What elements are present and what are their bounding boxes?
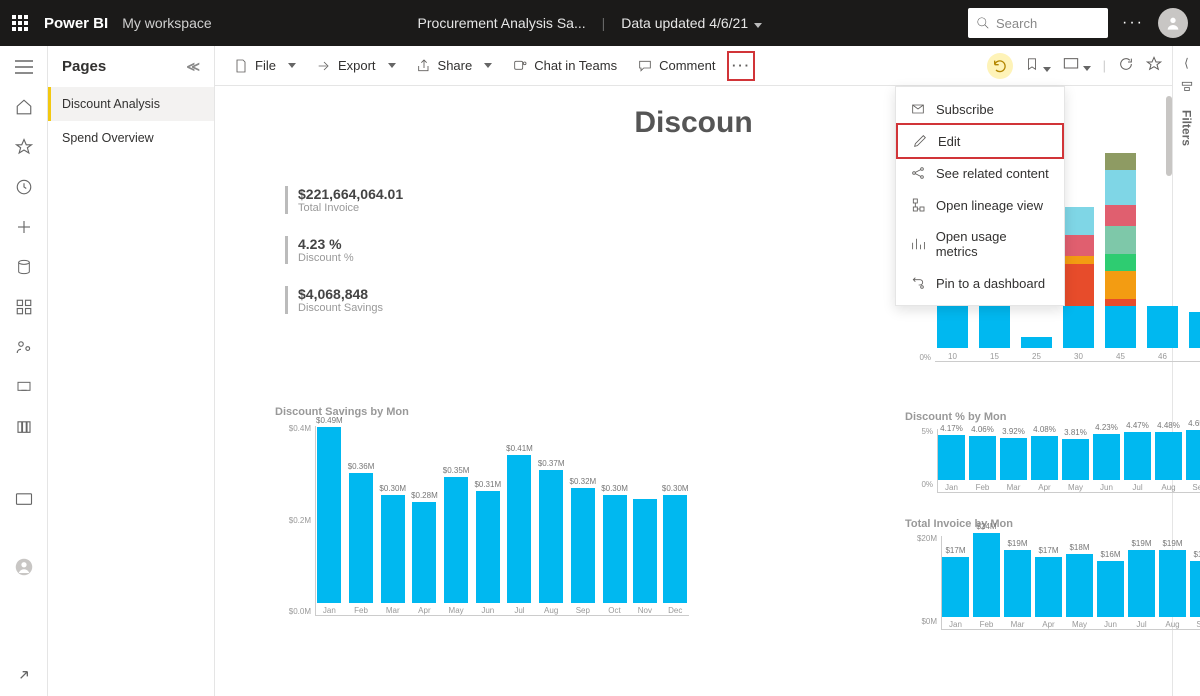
app-launcher-icon[interactable] bbox=[12, 15, 28, 31]
favorites-icon[interactable] bbox=[15, 138, 33, 156]
view-button[interactable] bbox=[1063, 57, 1091, 74]
more-options-button[interactable]: ··· bbox=[727, 51, 755, 81]
kpi-card[interactable]: $221,664,064.01Total Invoice bbox=[285, 186, 403, 214]
bar[interactable]: $18MMay bbox=[1066, 543, 1093, 629]
collapse-pane-icon[interactable]: ≪ bbox=[186, 59, 200, 75]
bar[interactable]: 3.92%Mar bbox=[1000, 427, 1027, 492]
my-workspace-icon[interactable] bbox=[15, 490, 33, 508]
user-avatar[interactable] bbox=[1158, 8, 1188, 38]
kpi-card[interactable]: $4,068,848Discount Savings bbox=[285, 286, 403, 314]
stacked-bar[interactable]: 46 bbox=[1147, 306, 1178, 361]
export-menu[interactable]: Export bbox=[308, 50, 404, 82]
expand-icon[interactable] bbox=[15, 666, 33, 684]
nav-rail bbox=[0, 46, 48, 696]
comment-button[interactable]: Comment bbox=[629, 50, 723, 82]
search-input[interactable]: Search bbox=[968, 8, 1108, 38]
favorite-button[interactable] bbox=[1146, 56, 1162, 75]
page-tab-discount-analysis[interactable]: Discount Analysis bbox=[48, 87, 214, 121]
chat-teams-button[interactable]: Chat in Teams bbox=[504, 50, 625, 82]
report-name[interactable]: Procurement Analysis Sa... bbox=[418, 15, 586, 31]
bar[interactable]: 4.65%Sep bbox=[1186, 419, 1200, 492]
bar[interactable]: $17MJan bbox=[942, 546, 969, 629]
discount-pct-month-chart[interactable]: Discount % by Mon 5%0% 4.17%Jan4.06%Feb3… bbox=[905, 411, 1200, 507]
home-icon[interactable] bbox=[15, 98, 33, 116]
reset-button[interactable] bbox=[987, 53, 1013, 79]
bar[interactable]: $0.30MDec bbox=[662, 484, 689, 615]
bar[interactable]: $0.30MOct bbox=[601, 484, 628, 615]
stacked-bar[interactable]: 45 bbox=[1105, 153, 1136, 361]
bar[interactable]: $0.41MJul bbox=[506, 444, 533, 615]
global-header: Power BI My workspace Procurement Analys… bbox=[0, 0, 1200, 46]
kpi-card[interactable]: 4.23 %Discount % bbox=[285, 236, 403, 264]
report-toolbar: File Export Share Chat in Teams Comment … bbox=[215, 46, 1172, 86]
learn-icon[interactable] bbox=[15, 378, 33, 396]
bar[interactable]: 4.06%Feb bbox=[969, 425, 996, 492]
brand-label: Power BI bbox=[44, 15, 108, 32]
workspace-name[interactable]: My workspace bbox=[122, 15, 211, 31]
share-menu[interactable]: Share bbox=[408, 50, 501, 82]
stacked-bar[interactable]: 25 bbox=[1021, 337, 1052, 361]
refresh-button[interactable] bbox=[1118, 56, 1134, 75]
bar[interactable]: $0.32MSep bbox=[570, 477, 597, 615]
kpi-group: $221,664,064.01Total Invoice 4.23 %Discou… bbox=[285, 186, 403, 336]
shared-icon[interactable] bbox=[15, 338, 33, 356]
file-menu[interactable]: File bbox=[225, 50, 304, 82]
bar[interactable]: $19MAug bbox=[1159, 539, 1186, 629]
menu-subscribe[interactable]: Subscribe bbox=[896, 93, 1064, 125]
bar[interactable]: $0.49MJan bbox=[316, 416, 343, 615]
bar[interactable]: $24MFeb bbox=[973, 522, 1000, 629]
hamburger-icon[interactable] bbox=[15, 58, 33, 76]
bar[interactable]: 4.17%Jan bbox=[938, 424, 965, 492]
bar[interactable]: $16MSep bbox=[1190, 550, 1200, 629]
menu-see-related-content[interactable]: See related content bbox=[896, 157, 1064, 189]
bar[interactable]: $0.36MFeb bbox=[348, 462, 375, 615]
bookmark-button[interactable] bbox=[1025, 56, 1051, 75]
bar[interactable]: $0.30MMar bbox=[379, 484, 406, 615]
chevron-down-icon bbox=[754, 23, 762, 28]
bar[interactable]: 4.47%Jul bbox=[1124, 421, 1151, 492]
stacked-bar[interactable]: 30 bbox=[1063, 207, 1094, 361]
account-icon[interactable] bbox=[15, 558, 33, 576]
savings-month-chart[interactable]: Discount Savings by Mon $0.4M$0.2M$0.0M … bbox=[275, 406, 685, 634]
menu-pin-to-a-dashboard[interactable]: Pin to a dashboard bbox=[896, 267, 1064, 299]
bar[interactable]: $0.37MAug bbox=[538, 459, 565, 615]
filter-icon bbox=[1180, 80, 1194, 94]
bar[interactable]: Nov bbox=[633, 497, 657, 615]
bar[interactable]: 4.23%Jun bbox=[1093, 423, 1120, 492]
bar[interactable]: $0.31MJun bbox=[474, 480, 501, 615]
data-updated-label[interactable]: Data updated 4/6/21 bbox=[621, 15, 762, 31]
menu-open-usage-metrics[interactable]: Open usage metrics bbox=[896, 221, 1064, 267]
create-icon[interactable] bbox=[15, 218, 33, 236]
stacked-bar[interactable]: 60 bbox=[1189, 312, 1200, 361]
invoice-month-chart[interactable]: Total Invoice by Mon $20M$0M $17MJan$24M… bbox=[905, 518, 1200, 644]
expand-filters-icon[interactable]: ⟨ bbox=[1184, 56, 1189, 70]
recent-icon[interactable] bbox=[15, 178, 33, 196]
bar[interactable]: $0.28MApr bbox=[411, 491, 438, 615]
bar[interactable]: 4.08%Apr bbox=[1031, 425, 1058, 492]
pages-title: Pages bbox=[62, 58, 106, 75]
datasets-icon[interactable] bbox=[15, 258, 33, 276]
bar[interactable]: $16MJun bbox=[1097, 550, 1124, 629]
menu-open-lineage-view[interactable]: Open lineage view bbox=[896, 189, 1064, 221]
bar[interactable]: 4.48%Aug bbox=[1155, 421, 1182, 492]
bar[interactable]: $17MApr bbox=[1035, 546, 1062, 629]
bar[interactable]: 3.81%May bbox=[1062, 428, 1089, 492]
workspaces-icon[interactable] bbox=[15, 418, 33, 436]
filters-label: Filters bbox=[1180, 110, 1194, 146]
bar[interactable]: $19MMar bbox=[1004, 539, 1031, 629]
apps-icon[interactable] bbox=[15, 298, 33, 316]
page-tab-spend-overview[interactable]: Spend Overview bbox=[48, 121, 214, 155]
header-more-icon[interactable]: ··· bbox=[1122, 14, 1144, 32]
pages-pane: Pages ≪ Discount AnalysisSpend Overview bbox=[48, 46, 215, 696]
menu-edit[interactable]: Edit bbox=[896, 123, 1064, 159]
bar[interactable]: $19MJul bbox=[1128, 539, 1155, 629]
bar[interactable]: $0.35MMay bbox=[443, 466, 470, 615]
search-icon bbox=[976, 16, 990, 30]
more-options-dropdown: SubscribeEditSee related contentOpen lin… bbox=[895, 86, 1065, 306]
